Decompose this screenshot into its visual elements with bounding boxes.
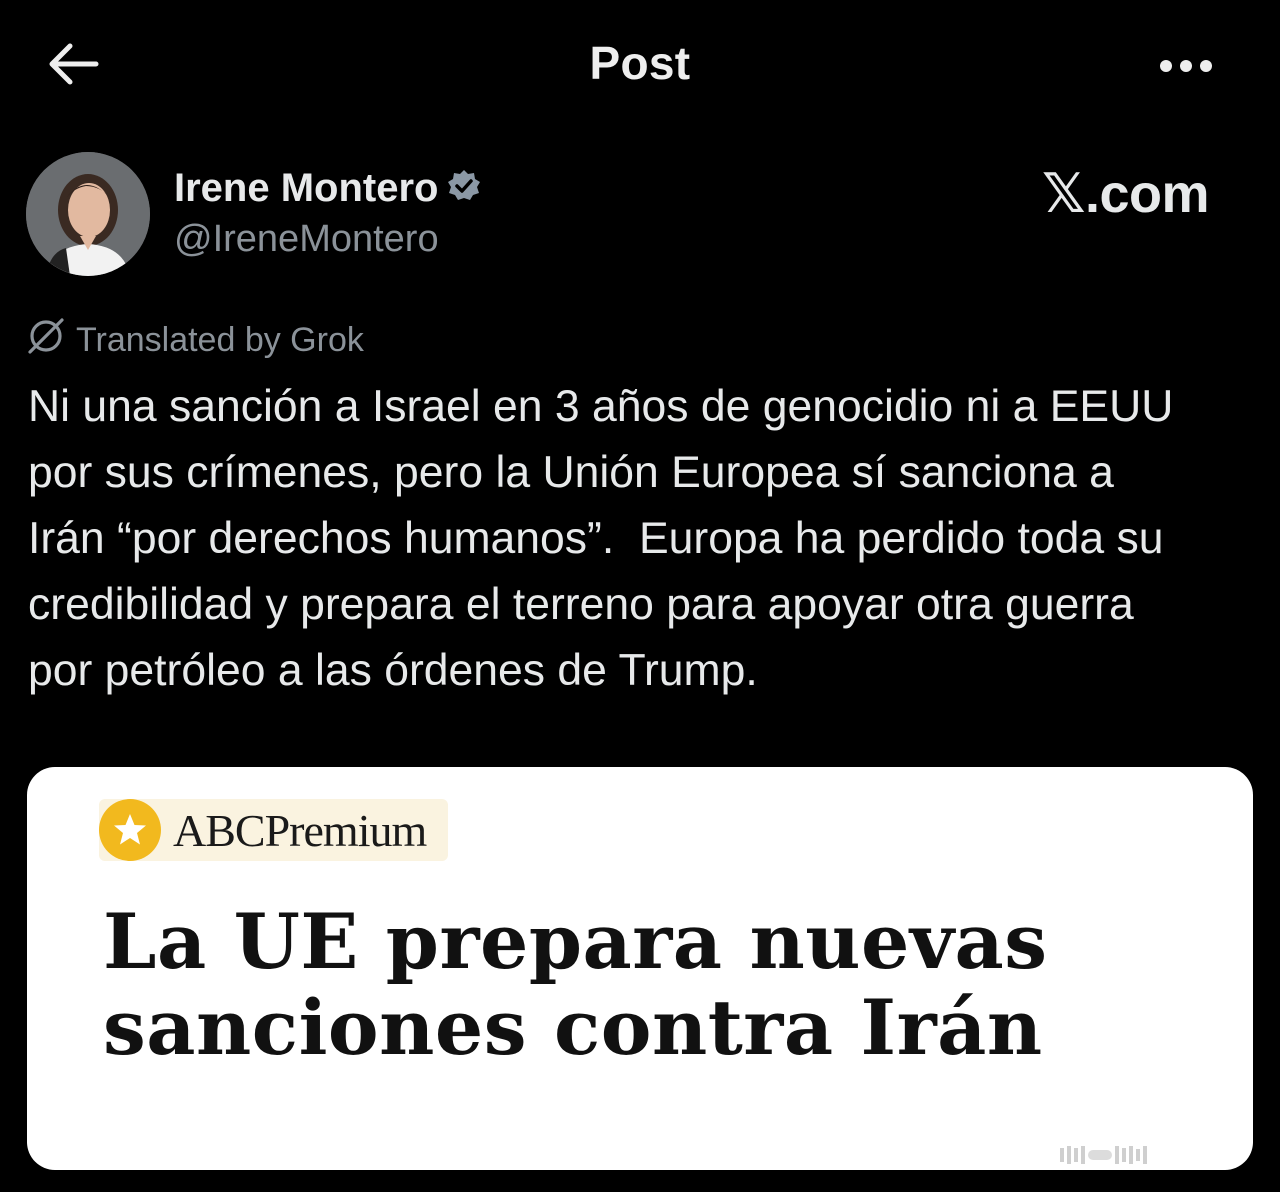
abc-brand-name: ABC (173, 804, 266, 856)
watermark-mark (1143, 1146, 1147, 1164)
watermark-mark (1115, 1146, 1119, 1164)
watermark-mark (1081, 1146, 1085, 1164)
avatar[interactable] (26, 152, 150, 276)
display-name: Irene Montero (174, 166, 439, 210)
watermark-mark (1122, 1148, 1126, 1162)
watermark-mark (1067, 1146, 1071, 1164)
watermark-mark (1129, 1146, 1133, 1164)
watermark-mark (1060, 1148, 1064, 1162)
page-title: Post (589, 37, 691, 89)
headline-line-1: La UE prepara nuevas (103, 897, 1048, 986)
abc-brand-premium: Premium (264, 804, 428, 856)
headline: La UE prepara nuevas sanciones contra Irá… (103, 899, 1223, 1071)
more-options-button[interactable] (1150, 44, 1222, 88)
grok-icon (26, 316, 66, 365)
more-dot (1180, 60, 1192, 72)
more-dot (1200, 60, 1212, 72)
corner-watermark (1060, 1140, 1256, 1170)
abc-premium-badge: ABCPremium (99, 799, 449, 861)
site-watermark: 𝕏.com (1042, 164, 1210, 224)
more-horizontal-icon (1160, 60, 1172, 72)
translation-label[interactable]: Translated by Grok (26, 316, 364, 365)
watermark-mark (1074, 1148, 1078, 1162)
translation-text: Translated by Grok (76, 321, 364, 359)
abc-brand-text: ABCPremium (173, 804, 428, 857)
star-icon (99, 799, 161, 861)
top-bar: Post (0, 0, 1280, 130)
watermark-mark (1136, 1149, 1140, 1161)
media-image[interactable]: ABCPremium La UE prepara nuevas sanciones… (27, 767, 1253, 1170)
watermark-mark (1088, 1150, 1112, 1160)
author-block: Irene Montero @IreneMontero 𝕏.com (26, 152, 1256, 282)
user-handle[interactable]: @IreneMontero (174, 218, 439, 261)
headline-line-2: sanciones contra Irán (103, 983, 1043, 1072)
display-name-row[interactable]: Irene Montero (174, 166, 482, 211)
verified-badge-icon (446, 168, 482, 209)
post-text: Ni una sanción a Israel en 3 años de gen… (28, 382, 1174, 695)
